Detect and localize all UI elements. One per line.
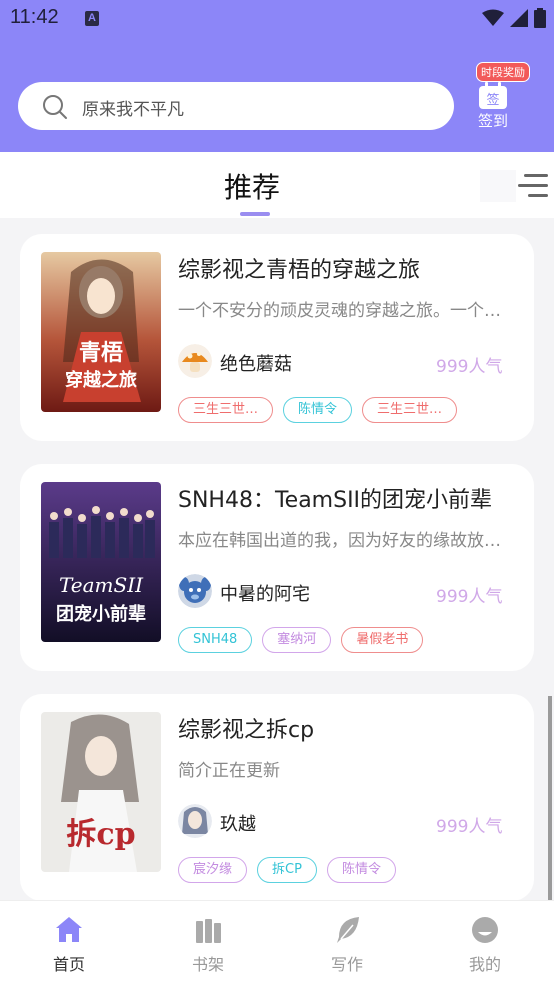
book-card[interactable]: 拆cp 综影视之拆cp 简介正在更新 玖越 999人气 宸汐缘 拆CP 陈情令 <box>20 694 534 901</box>
tab-bar: 推荐 <box>0 152 554 218</box>
author-name: 玖越 <box>220 814 256 835</box>
author-name: 绝色蘑菇 <box>220 354 292 375</box>
book-cover: 青梧 穿越之旅 <box>41 252 161 412</box>
tag[interactable]: 三生三世… <box>178 397 274 423</box>
tag[interactable]: 塞纳河 <box>262 627 332 653</box>
home-icon <box>56 917 82 942</box>
scrollbar[interactable] <box>548 696 552 900</box>
tag-list: SNH48 塞纳河 暑假老书 <box>178 627 424 653</box>
signal-icon <box>510 9 528 27</box>
book-card[interactable]: 青梧 穿越之旅 综影视之青梧的穿越之旅 一个不安分的顽皮灵魂的穿越之旅。一个… … <box>20 234 534 441</box>
tag[interactable]: 三生三世… <box>362 397 458 423</box>
author-avatar <box>178 344 212 378</box>
search-icon <box>43 95 67 119</box>
profile-icon <box>472 917 498 943</box>
popularity-count: 999人气 <box>436 587 503 607</box>
author-avatar <box>178 804 212 838</box>
book-title: 综影视之青梧的穿越之旅 <box>178 258 421 283</box>
tag[interactable]: 拆CP <box>257 857 317 883</box>
tab-indicator <box>240 212 270 216</box>
book-description: 简介正在更新 <box>178 761 280 781</box>
book-title: SNH48：TeamSII的团宠小前辈 <box>178 488 493 513</box>
book-card[interactable]: TeamSII 团宠小前辈 SNH48：TeamSII的团宠小前辈 本应在韩国出… <box>20 464 534 671</box>
svg-text:拆cp: 拆cp <box>66 817 135 852</box>
book-cover: TeamSII 团宠小前辈 <box>41 482 161 642</box>
book-cover: 拆cp <box>41 712 161 872</box>
wifi-icon <box>482 9 504 26</box>
nav-profile[interactable]: 我的 <box>445 915 525 975</box>
bookshelf-icon <box>196 919 221 943</box>
nav-writing[interactable]: 写作 <box>307 915 387 975</box>
tag[interactable]: 陈情令 <box>283 397 353 423</box>
tag-list: 三生三世… 陈情令 三生三世… <box>178 397 458 423</box>
tag[interactable]: SNH48 <box>178 627 253 653</box>
author-name: 中暑的阿宅 <box>220 584 310 605</box>
status-time: 11:42 <box>10 6 59 28</box>
popularity-count: 999人气 <box>436 817 503 837</box>
feather-icon <box>337 917 359 943</box>
reward-badge: 时段奖励 <box>476 62 530 82</box>
menu-icon[interactable] <box>518 172 548 200</box>
tag-list: 宸汐缘 拆CP 陈情令 <box>178 857 396 883</box>
svg-text:TeamSII: TeamSII <box>59 573 144 597</box>
nav-label: 书架 <box>191 955 224 974</box>
nav-bookshelf[interactable]: 书架 <box>168 915 248 975</box>
search-placeholder: 原来我不平凡 <box>82 100 184 120</box>
calendar-icon-text: 签 <box>486 92 499 108</box>
tab-recommend[interactable]: 推荐 <box>224 166 280 206</box>
book-title: 综影视之拆cp <box>178 718 315 743</box>
tab-fade <box>480 170 516 202</box>
status-bar: 11:42 A <box>0 0 554 38</box>
book-description: 本应在韩国出道的我，因为好友的缘故放… <box>178 531 501 551</box>
tag[interactable]: 宸汐缘 <box>178 857 248 883</box>
calendar-icon: 签 <box>479 82 507 109</box>
nav-label: 写作 <box>330 955 363 974</box>
checkin-label: 签到 <box>478 112 509 130</box>
battery-icon <box>534 8 546 28</box>
svg-text:团宠小前辈: 团宠小前辈 <box>56 603 146 625</box>
tag[interactable]: 陈情令 <box>326 857 396 883</box>
tag[interactable]: 暑假老书 <box>341 627 424 653</box>
notification-icon: A <box>85 11 99 26</box>
nav-home[interactable]: 首页 <box>29 915 109 975</box>
header: 11:42 A 原来我不平凡 时段奖励 签 签到 <box>0 0 554 152</box>
svg-text:穿越之旅: 穿越之旅 <box>65 369 137 391</box>
popularity-count: 999人气 <box>436 357 503 377</box>
nav-label: 我的 <box>468 955 501 974</box>
status-icons <box>482 8 546 28</box>
search-input[interactable]: 原来我不平凡 <box>18 82 454 130</box>
nav-label: 首页 <box>52 955 85 974</box>
author-avatar <box>178 574 212 608</box>
book-description: 一个不安分的顽皮灵魂的穿越之旅。一个… <box>178 301 501 321</box>
svg-text:青梧: 青梧 <box>79 340 123 366</box>
bottom-nav: 首页 书架 写作 我的 <box>0 900 554 984</box>
checkin-button[interactable]: 时段奖励 签 签到 <box>474 62 534 132</box>
